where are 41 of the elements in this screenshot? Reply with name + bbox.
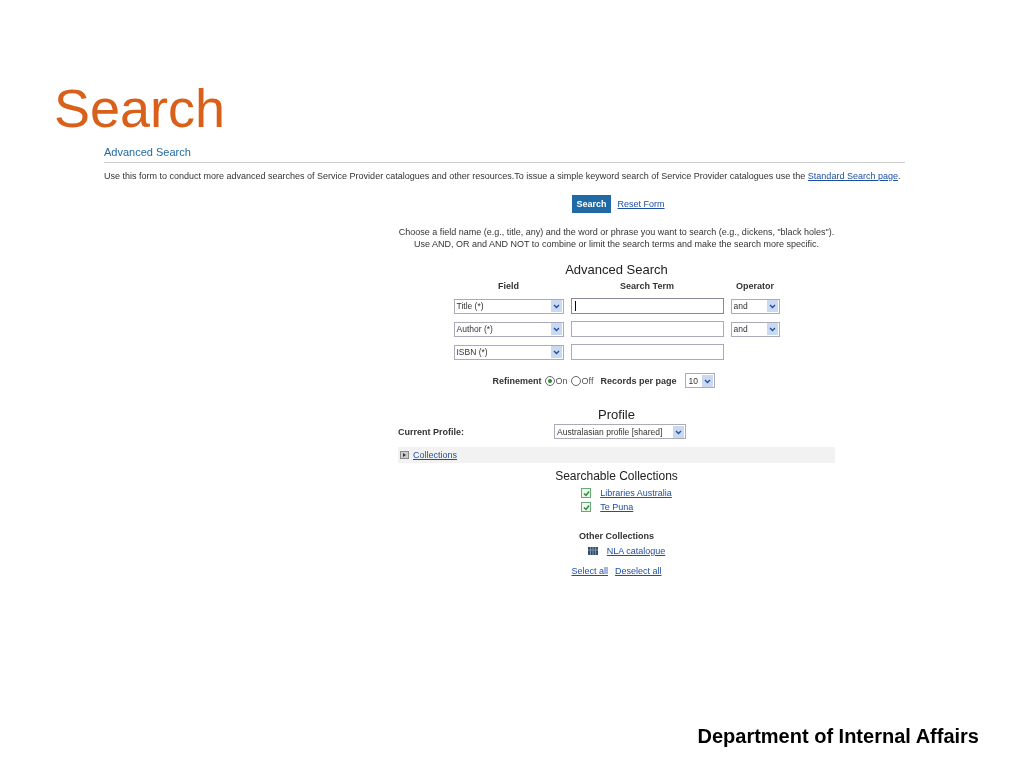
operator-dropdown[interactable]: and <box>730 298 780 314</box>
reset-form-link[interactable]: Reset Form <box>617 199 665 209</box>
operator-dropdown[interactable]: and <box>730 321 780 337</box>
collection-link[interactable]: Libraries Australia <box>600 488 672 498</box>
search-term-field[interactable] <box>570 344 724 360</box>
form-heading: Advanced Search <box>565 262 668 277</box>
section-heading: Advanced Search <box>104 146 191 158</box>
current-profile-label: Current Profile: <box>398 426 464 437</box>
collection-link[interactable]: Te Puna <box>600 502 634 512</box>
column-header: Field <box>497 281 520 291</box>
collections-link[interactable]: Collections <box>413 450 458 460</box>
radio-label: On <box>555 375 568 386</box>
collection-link[interactable]: NLA catalogue <box>606 546 666 556</box>
slide-title: Search <box>54 77 226 140</box>
search-button[interactable]: Search <box>572 195 611 213</box>
footer-text: Department of Internal Affairs <box>697 725 979 747</box>
column-header: Operator <box>735 281 775 291</box>
field-dropdown[interactable]: ISBN (*) <box>453 344 564 360</box>
deselect-all-link[interactable]: Deselect all <box>615 566 662 576</box>
collections-heading: Searchable Collections <box>555 469 678 483</box>
intro-text: Use this form to conduct more advanced searches of Service Provider catalogues and other resources.To issue a simple keyword search of Service Provider catalogues use the Standard Search page. <box>104 171 901 181</box>
instruction-text: Use AND, OR and AND NOT to combine or limit the search terms and make the search more specific. <box>413 238 820 250</box>
records-per-page-label: Records per page <box>600 375 677 386</box>
profile-heading: Profile <box>598 407 635 422</box>
catalogue-grid-icon <box>587 547 598 555</box>
search-term-field[interactable] <box>570 298 724 314</box>
field-dropdown[interactable]: Author (*) <box>453 321 564 337</box>
instruction-text: Choose a field name (e.g., title, any) and the word or phrase you want to search (e.g., dickens, "black holes"). <box>398 226 835 238</box>
select-all-link[interactable]: Select all <box>571 566 608 576</box>
search-term-field[interactable] <box>570 321 724 337</box>
profile-dropdown[interactable]: Australasian profile [shared] <box>554 424 686 439</box>
expand-icon <box>400 451 409 459</box>
standard-search-link[interactable]: Standard Search page <box>807 171 898 181</box>
checkbox[interactable] <box>581 488 592 498</box>
records-dropdown[interactable]: 10 <box>685 373 716 388</box>
field-dropdown[interactable]: Title (*) <box>453 298 564 314</box>
radio-label: Off <box>581 375 594 386</box>
column-header: Search Term <box>619 281 675 291</box>
checkbox[interactable] <box>581 502 592 512</box>
other-collections-heading: Other Collections <box>579 531 654 541</box>
refinement-label: Refinement <box>492 375 542 386</box>
